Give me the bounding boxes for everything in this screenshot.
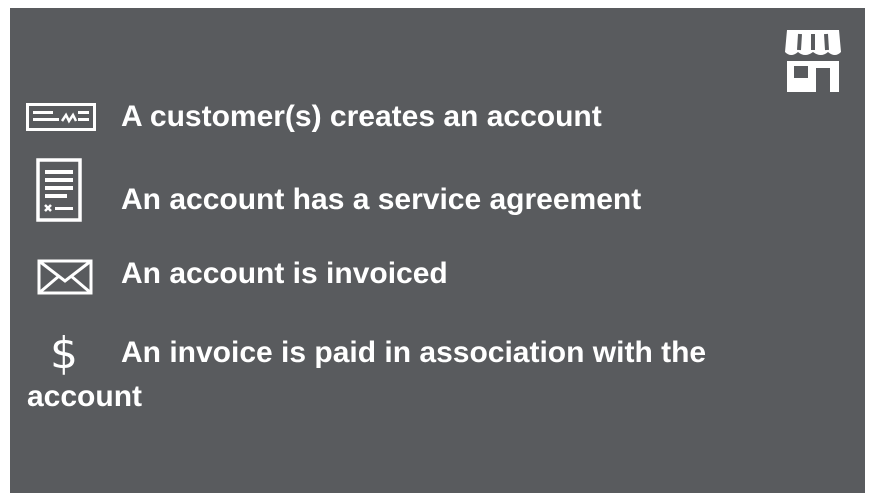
- list-item-label: An account is invoiced: [121, 257, 448, 290]
- list-item-label: An account has a service agreement: [121, 183, 642, 216]
- list-item-label-continued: account: [27, 380, 143, 413]
- dollar-sign-icon: $: [50, 328, 78, 379]
- list-item-label: An invoice is paid in association with t…: [121, 336, 707, 369]
- slide-panel: A customer(s) creates an account An acco…: [10, 8, 865, 493]
- list-item-label: A customer(s) creates an account: [121, 100, 602, 133]
- envelope-icon: [37, 259, 93, 295]
- contract-document-icon: [36, 158, 82, 222]
- check-payment-icon: [26, 103, 96, 131]
- storefront-icon: [785, 30, 841, 92]
